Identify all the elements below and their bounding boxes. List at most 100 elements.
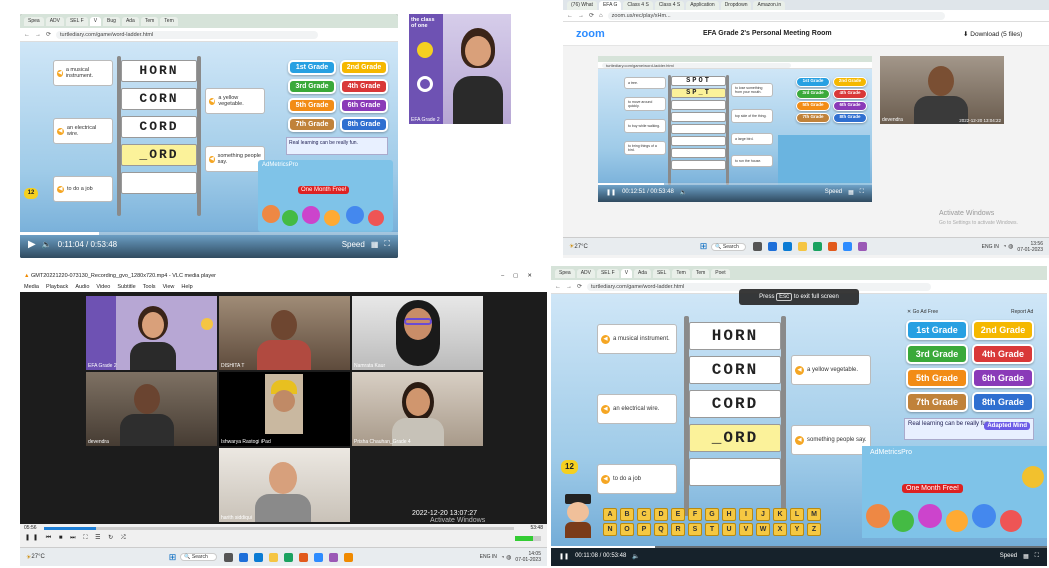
clue-card[interactable]: a large bird.	[731, 133, 773, 145]
reload-icon[interactable]: ⟳	[589, 12, 594, 19]
tab[interactable]: SEL F	[65, 16, 88, 26]
letter-key[interactable]: S	[688, 523, 702, 536]
ladder-word-active[interactable]: SP_T	[671, 88, 726, 98]
fullscreen-button[interactable]: ⛶	[83, 535, 90, 541]
grade-button[interactable]: 2nd Grade	[833, 77, 867, 87]
back-icon[interactable]: ←	[555, 284, 561, 290]
letter-key[interactable]: T	[705, 523, 719, 536]
clue-card[interactable]: ◀ an electrical wire.	[53, 118, 113, 144]
tab[interactable]: ADV	[576, 268, 595, 278]
grade-button[interactable]: 4th Grade	[340, 79, 388, 94]
tab[interactable]: Poet	[711, 268, 730, 278]
tab[interactable]: Tem	[140, 16, 159, 26]
tab[interactable]: Tem	[160, 16, 178, 26]
menu-subtitle[interactable]: Subtitle	[117, 282, 135, 292]
ad-banner[interactable]: AdMetricsPro One Month Free!	[258, 160, 393, 232]
pause-button[interactable]: ❚❚	[25, 535, 41, 541]
menu-playback[interactable]: Playback	[46, 282, 68, 292]
tab[interactable]: (76) What	[567, 0, 597, 10]
clue-card[interactable]: top side of the thing.	[731, 109, 773, 123]
grade-button[interactable]: 1st Grade	[288, 60, 336, 75]
home-icon[interactable]: ⌂	[599, 13, 603, 19]
report-ad-link[interactable]: Report Ad	[1011, 309, 1033, 315]
taskbar-app-icon[interactable]	[857, 242, 867, 251]
clue-card[interactable]: a tree.	[624, 77, 666, 89]
grade-button[interactable]: 8th Grade	[340, 117, 388, 132]
clue-card[interactable]: ◀ an electrical wire.	[597, 394, 677, 424]
letter-key[interactable]: W	[756, 523, 770, 536]
volume-slider[interactable]	[515, 536, 541, 541]
search-box[interactable]: 🔍 Search	[180, 553, 217, 561]
grade-button[interactable]: 6th Grade	[340, 98, 388, 113]
captions-icon[interactable]: ▦	[371, 240, 379, 249]
prev-button[interactable]: ⏮	[46, 535, 54, 541]
clue-card[interactable]: ◀ something people say.	[791, 425, 871, 455]
letter-key[interactable]: Q	[654, 523, 668, 536]
taskbar-app-icon[interactable]	[298, 552, 308, 562]
clock[interactable]: 14:05 07-01-2023	[515, 551, 541, 563]
clue-card[interactable]: ◀ a yellow vegetable.	[205, 88, 265, 114]
tab[interactable]: Dropdown	[720, 0, 752, 10]
letter-key[interactable]: L	[790, 508, 804, 521]
ad-banner[interactable]	[778, 135, 870, 185]
system-tray-icons[interactable]: ◔ ◍	[501, 554, 512, 561]
volume-icon[interactable]: 🔈	[632, 553, 639, 560]
menu-audio[interactable]: Audio	[75, 282, 89, 292]
menu-tools[interactable]: Tools	[143, 282, 156, 292]
next-button[interactable]: ⏭	[70, 535, 78, 541]
window-controls[interactable]: –▢✕	[501, 271, 541, 282]
letter-key[interactable]: D	[654, 508, 668, 521]
tab[interactable]: Tem	[672, 268, 690, 278]
forward-icon[interactable]: →	[566, 284, 572, 290]
taskbar-app-icon[interactable]	[797, 242, 807, 251]
letter-key[interactable]: C	[637, 508, 651, 521]
tab[interactable]: SEL F	[596, 268, 619, 278]
taskbar-app-icon[interactable]	[343, 552, 353, 562]
loop-button[interactable]: ↻	[108, 535, 116, 541]
system-tray-icons[interactable]: ◔ ◍	[1003, 243, 1014, 250]
letter-key[interactable]: X	[773, 523, 787, 536]
clue-card[interactable]: to run the house.	[731, 155, 773, 167]
grade-button[interactable]: 3rd Grade	[288, 79, 336, 94]
tab[interactable]: Ada	[634, 268, 651, 278]
clock[interactable]: 13:56 07-01-2023	[1017, 241, 1043, 253]
grade-button[interactable]: 7th Grade	[796, 113, 830, 123]
letter-key[interactable]: A	[603, 508, 617, 521]
seek-slider[interactable]	[44, 527, 514, 530]
grade-button[interactable]: 4th Grade	[833, 89, 867, 99]
clue-card[interactable]: ◀ to do a job	[597, 464, 677, 494]
search-box[interactable]: 🔍 Search	[711, 242, 746, 251]
speaker-icon[interactable]: ◀	[57, 127, 64, 135]
grade-button[interactable]: 5th Grade	[906, 368, 968, 388]
shuffle-button[interactable]: ⤮	[121, 535, 129, 541]
back-icon[interactable]: ←	[24, 32, 30, 38]
speaker-icon[interactable]: ◀	[209, 155, 215, 163]
clue-card[interactable]: to bring things of a bird.	[624, 141, 666, 155]
clue-card[interactable]: to move around quickly.	[624, 97, 666, 111]
menu-view[interactable]: View	[163, 282, 175, 292]
taskbar-app-icon[interactable]	[238, 552, 248, 562]
letter-key[interactable]: B	[620, 508, 634, 521]
pause-icon[interactable]: ❚❚	[606, 189, 616, 196]
grade-button[interactable]: 8th Grade	[833, 113, 867, 123]
captions-icon[interactable]: ▦	[848, 189, 854, 196]
letter-key[interactable]: U	[722, 523, 736, 536]
tab[interactable]: Tem	[691, 268, 710, 278]
tab[interactable]: Spea	[555, 268, 575, 278]
speaker-icon[interactable]: ◀	[795, 435, 804, 445]
letter-key[interactable]: P	[637, 523, 651, 536]
tab[interactable]: Ada	[121, 16, 139, 26]
letter-key[interactable]: Z	[807, 523, 821, 536]
speed-button[interactable]: Speed	[1000, 553, 1017, 559]
menu-help[interactable]: Help	[181, 282, 192, 292]
ad-promo[interactable]: Real learning can be really fun. Adapted…	[904, 418, 1034, 440]
start-icon[interactable]: ⊞	[700, 241, 708, 252]
letter-key[interactable]: K	[773, 508, 787, 521]
tab[interactable]: Amazon.in	[753, 0, 786, 10]
clue-card[interactable]: ◀ to do a job	[53, 176, 113, 202]
language-indicator[interactable]: ENG IN	[480, 554, 497, 560]
url-field[interactable]: turtlediary.com/game/word-ladder.html	[56, 30, 318, 39]
grade-button[interactable]: 2nd Grade	[340, 60, 388, 75]
letter-key[interactable]: F	[688, 508, 702, 521]
speaker-icon[interactable]: ◀	[57, 69, 63, 77]
